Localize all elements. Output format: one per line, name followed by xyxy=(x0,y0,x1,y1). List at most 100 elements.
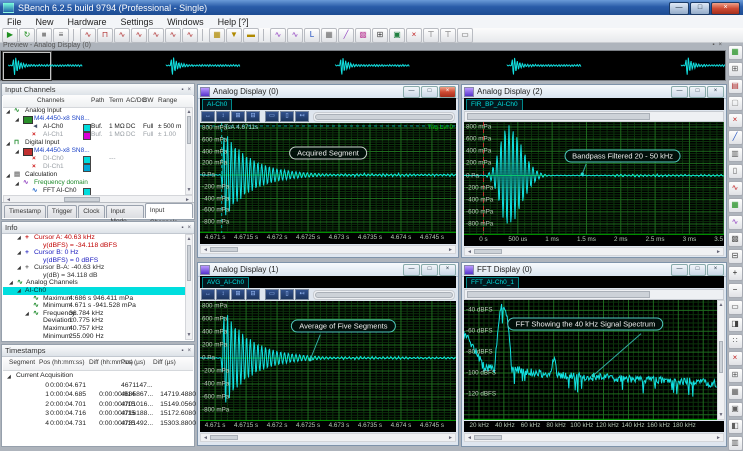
side-zoom-in-button[interactable]: + xyxy=(728,266,743,281)
toolbar-setup-button[interactable]: ≡ xyxy=(53,28,69,43)
column-header-bw[interactable]: BW xyxy=(143,97,153,104)
timestamp-row[interactable]: 30:00:04.7160:00:00.0154716188...15172.6… xyxy=(3,409,193,419)
column-header-1[interactable]: Pos (hh:mm:ss) xyxy=(39,359,85,366)
toolbar-calc-grid-button[interactable]: ▦ xyxy=(321,28,337,43)
analog-display-0-titlebar[interactable]: Analog Display (0) — □ × xyxy=(198,85,458,99)
scroll-thumb[interactable] xyxy=(474,435,502,440)
maximize-button[interactable]: □ xyxy=(421,86,438,98)
side-zoom-tool-button[interactable]: ▥ xyxy=(728,147,743,162)
scroll-down-icon[interactable]: ▼ xyxy=(186,332,192,338)
scroll-thumb[interactable] xyxy=(187,245,191,281)
toolbar-calc-edit-button[interactable]: ╱ xyxy=(338,28,354,43)
info-row[interactable]: ◢∿Frequency:36.784 kHz xyxy=(3,310,185,318)
channel-row-di-ch0[interactable]: ×DI-Ch0--- xyxy=(3,155,185,163)
display-scroll-strip[interactable] xyxy=(464,289,724,300)
toolbar-split-side-button[interactable]: ⊤ xyxy=(440,28,456,43)
scroll-left-icon[interactable]: ◄ xyxy=(467,249,472,255)
column-header-channels[interactable]: Channels xyxy=(37,97,64,104)
tab-avg-ai-ch0[interactable]: AVG_AI-Ch0 xyxy=(202,277,249,288)
scroll-up-icon[interactable]: ▲ xyxy=(718,302,724,308)
scroll-right-icon[interactable]: ► xyxy=(448,435,453,441)
plot-tool-button-2[interactable]: ⊞ xyxy=(231,289,245,300)
side-monitor-button[interactable]: ◨ xyxy=(728,317,743,332)
plot-scrollbar[interactable]: ◄► xyxy=(200,245,456,254)
close-button[interactable]: × xyxy=(707,264,724,276)
column-header-3[interactable]: Pos (µs) xyxy=(121,359,145,366)
menu-help-[interactable]: Help [?] xyxy=(211,17,256,27)
minimize-button[interactable]: — xyxy=(669,2,689,15)
toolbar-export-button[interactable]: ▦ xyxy=(209,28,225,43)
side-fit-width-button[interactable]: ▭ xyxy=(728,300,743,315)
side-box-lines-button[interactable]: ▥ xyxy=(728,436,743,451)
channel-scrollbar-vertical[interactable]: ▲▼ xyxy=(185,107,193,195)
tab-ai-ch0[interactable]: AI-Ch0 xyxy=(202,99,232,110)
info-row[interactable]: y(dBFS) = -34.118 dBFS xyxy=(3,242,185,250)
plot-scrollbar[interactable]: ◄► xyxy=(464,433,724,442)
close-icon[interactable]: × xyxy=(187,348,191,354)
scroll-thumb[interactable] xyxy=(315,292,453,298)
side-line-tool-button[interactable]: ╱ xyxy=(728,130,743,145)
plot-tool-button-5[interactable]: ▯ xyxy=(280,289,294,300)
toolbar-calc-signal-button[interactable]: ∿ xyxy=(270,28,286,43)
toolbar-import-button[interactable]: ▬ xyxy=(243,28,259,43)
info-row[interactable]: Maximum:40.757 kHz xyxy=(3,325,185,333)
plot-scroll-track[interactable] xyxy=(313,290,455,300)
timestamp-group-row[interactable]: ◢Current Acquisition xyxy=(3,371,193,381)
scroll-thumb[interactable] xyxy=(315,114,453,120)
plot-tool-button-0[interactable]: ↔ xyxy=(201,289,215,300)
side-chart-tool-button[interactable]: ▤ xyxy=(728,79,743,94)
menu-settings[interactable]: Settings xyxy=(114,17,161,27)
toolbar-delete-button[interactable]: × xyxy=(406,28,422,43)
channel-row-calculation[interactable]: ◢▤Calculation xyxy=(3,171,185,179)
minimize-button[interactable]: — xyxy=(671,264,688,276)
channel-row-ai-ch0[interactable]: ◄AI-Ch0Buf.1 MΩDCFull± 500 m xyxy=(3,123,185,131)
toolbar-new-xy-display-button[interactable]: ∿ xyxy=(114,28,130,43)
close-icon[interactable]: × xyxy=(187,225,191,231)
channel-row-analog-input[interactable]: ◢∿Analog Input xyxy=(3,107,185,115)
scroll-up-icon[interactable]: ▲ xyxy=(186,236,192,242)
side-page-tool-button[interactable]: ▯ xyxy=(728,164,743,179)
info-row[interactable]: ∿Minimum:4.671 s -941.528 mPa xyxy=(3,302,185,310)
close-button[interactable]: × xyxy=(707,86,724,98)
maximize-button[interactable]: □ xyxy=(689,86,706,98)
plot-scroll-track[interactable] xyxy=(313,112,455,122)
fft-display-0-plot[interactable]: FFT Showing the 40 kHz Signal Spectrum-4… xyxy=(464,300,717,420)
toolbar-restart-button[interactable]: ↻ xyxy=(19,28,35,43)
scroll-thumb[interactable] xyxy=(210,435,238,440)
minimize-button[interactable]: — xyxy=(403,86,420,98)
column-header-4[interactable]: Diff (µs) xyxy=(153,359,176,366)
side-zoom-out-button[interactable]: − xyxy=(728,283,743,298)
timestamp-row[interactable]: 00:00:04.6714671147... xyxy=(3,381,193,391)
tab-clock[interactable]: Clock xyxy=(78,205,104,218)
toolbar-layout-button[interactable]: ▭ xyxy=(457,28,473,43)
maximize-button[interactable]: □ xyxy=(689,264,706,276)
info-row[interactable]: ◢+Cursor A: 40.63 kHz xyxy=(3,234,185,242)
pin-icon[interactable]: ▪ xyxy=(712,42,714,50)
minimize-button[interactable]: — xyxy=(403,264,420,276)
tab-trigger[interactable]: Trigger xyxy=(47,205,77,218)
plot-tool-button-1[interactable]: ↕ xyxy=(216,289,230,300)
analog-display-0-plot[interactable]: TsA 4.6711sTrig Lvl 0Acquired Segment800… xyxy=(200,123,456,233)
scroll-thumb[interactable] xyxy=(187,116,191,144)
side-box-filled-button[interactable]: ▣ xyxy=(728,402,743,417)
tab-fft-ai-ch0[interactable]: FFT_AI-Ch0_1 xyxy=(466,277,519,288)
column-header-range[interactable]: Range xyxy=(158,97,177,104)
plot-scrollbar[interactable]: ◄► xyxy=(464,247,724,256)
channel-row-frequency-domain[interactable]: ◢∿Frequency domain xyxy=(3,179,185,187)
side-signal-tool-button[interactable]: ∿ xyxy=(728,181,743,196)
plot-tool-button-0[interactable]: ↔ xyxy=(201,111,215,122)
fft-display-0-titlebar[interactable]: FFT Display (0) — □ × xyxy=(462,263,726,277)
analog-display-1-plot[interactable]: Average of Five Segments800 mPa600 mPa40… xyxy=(200,301,456,421)
info-row[interactable]: y(dBFS) = 0 dBFS xyxy=(3,257,185,265)
side-signal-purple-button[interactable]: ∿ xyxy=(728,215,743,230)
side-grid-display-button[interactable]: ▦ xyxy=(728,45,743,60)
toolbar-save-button[interactable]: ▼ xyxy=(226,28,242,43)
plot-tool-button-5[interactable]: ▯ xyxy=(280,111,294,122)
toolbar-calc-level-button[interactable]: L xyxy=(304,28,320,43)
scroll-thumb[interactable] xyxy=(719,341,723,373)
plot-tool-button-6[interactable]: ↤ xyxy=(295,289,309,300)
info-scrollbar[interactable]: ▲▼ xyxy=(185,234,193,340)
scroll-thumb[interactable] xyxy=(467,291,650,298)
plot-tool-button-3[interactable]: ⊟ xyxy=(246,289,260,300)
close-icon[interactable]: × xyxy=(187,87,191,93)
